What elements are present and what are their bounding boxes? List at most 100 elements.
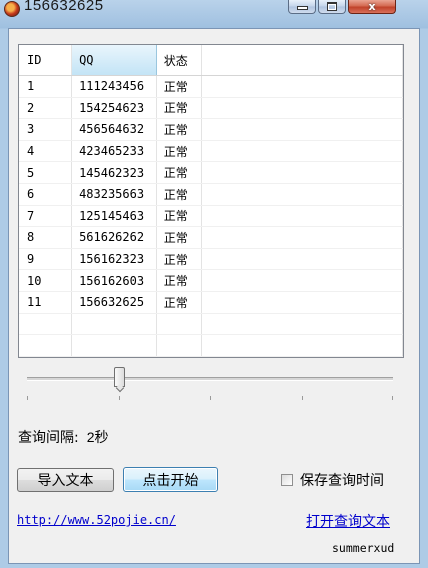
save-query-time-option[interactable]: 保存查询时间 [281, 470, 384, 490]
table-row[interactable]: 3 456564632 正常 [19, 118, 403, 141]
cell-qq: 156162603 [71, 269, 157, 292]
cell-id: 9 [19, 248, 73, 271]
maximize-button[interactable] [318, 0, 346, 14]
cell-id: 11 [19, 291, 73, 314]
column-header-id[interactable]: ID [19, 45, 73, 76]
empty-cell [19, 334, 73, 357]
save-query-time-label: 保存查询时间 [300, 473, 384, 489]
maximize-icon [327, 2, 337, 11]
column-header-qq[interactable]: QQ [71, 45, 157, 76]
cell-status: 正常 [156, 140, 203, 163]
empty-row [19, 334, 403, 357]
empty-cell [201, 334, 403, 357]
empty-row [19, 356, 403, 357]
table-row[interactable]: 2 154254623 正常 [19, 97, 403, 120]
slider-thumb[interactable] [114, 367, 125, 387]
cell-id: 3 [19, 118, 73, 141]
cell-filler [201, 291, 403, 314]
client-area: ID QQ 状态 1 111243456 正常 2 154254623 正常 3 456564… [8, 28, 420, 564]
save-query-time-checkbox[interactable] [281, 474, 293, 486]
close-button[interactable]: x [348, 0, 396, 14]
cell-filler [201, 269, 403, 292]
empty-cell [71, 334, 157, 357]
slider-track[interactable] [27, 377, 393, 381]
cell-status: 正常 [156, 183, 203, 206]
cell-status: 正常 [156, 161, 203, 184]
cell-filler [201, 97, 403, 120]
author-label: summerxud [332, 541, 395, 555]
table-row[interactable]: 1 111243456 正常 [19, 75, 403, 98]
import-text-button[interactable]: 导入文本 [17, 468, 114, 492]
table-row[interactable]: 6 483235663 正常 [19, 183, 403, 206]
minimize-button[interactable] [288, 0, 316, 14]
empty-cell [19, 356, 73, 357]
table-row[interactable]: 11 156632625 正常 [19, 291, 403, 314]
table-row[interactable]: 4 423465233 正常 [19, 140, 403, 163]
cell-qq: 145462323 [71, 161, 157, 184]
empty-cell [71, 313, 157, 336]
cell-status: 正常 [156, 118, 203, 141]
main-window: 156632625 x ID QQ 状态 1 111243456 正常 2 154254… [0, 0, 428, 568]
cell-status: 正常 [156, 248, 203, 271]
cell-filler [201, 140, 403, 163]
cell-id: 1 [19, 75, 73, 98]
cell-id: 6 [19, 183, 73, 206]
cell-status: 正常 [156, 269, 203, 292]
close-icon: x [368, 0, 376, 13]
table-row[interactable]: 5 145462323 正常 [19, 161, 403, 184]
cell-status: 正常 [156, 205, 203, 228]
cell-id: 8 [19, 226, 73, 249]
cell-qq: 154254623 [71, 97, 157, 120]
table-row[interactable]: 8 561626262 正常 [19, 226, 403, 249]
qq-table: ID QQ 状态 1 111243456 正常 2 154254623 正常 3 456564… [19, 45, 403, 357]
column-header-filler [201, 45, 403, 76]
cell-status: 正常 [156, 226, 203, 249]
table-row[interactable]: 9 156162323 正常 [19, 248, 403, 271]
cell-filler [201, 183, 403, 206]
cell-status: 正常 [156, 97, 203, 120]
cell-status: 正常 [156, 75, 203, 98]
empty-cell [201, 313, 403, 336]
empty-row [19, 313, 403, 336]
empty-cell [19, 313, 73, 336]
slider-tick [302, 396, 303, 400]
empty-cell [156, 334, 203, 357]
cell-id: 10 [19, 269, 73, 292]
cell-filler [201, 161, 403, 184]
empty-cell [156, 356, 203, 357]
cell-filler [201, 75, 403, 98]
cell-qq: 156632625 [71, 291, 157, 314]
app-icon [4, 1, 20, 17]
column-header-status[interactable]: 状态 [156, 45, 203, 76]
cell-filler [201, 205, 403, 228]
empty-cell [201, 356, 403, 357]
cell-qq: 111243456 [71, 75, 157, 98]
empty-cell [71, 356, 157, 357]
slider-tick [210, 396, 211, 400]
table-row[interactable]: 10 156162603 正常 [19, 269, 403, 292]
cell-id: 4 [19, 140, 73, 163]
title-bar[interactable]: 156632625 x [0, 0, 428, 24]
slider-tick [27, 396, 28, 400]
cell-qq: 125145463 [71, 205, 157, 228]
interval-slider[interactable] [25, 367, 395, 409]
table-row[interactable]: 7 125145463 正常 [19, 205, 403, 228]
cell-id: 5 [19, 161, 73, 184]
start-button[interactable]: 点击开始 [123, 467, 218, 492]
cell-qq: 456564632 [71, 118, 157, 141]
interval-label: 查询间隔: [18, 430, 79, 446]
cell-filler [201, 226, 403, 249]
empty-cell [156, 313, 203, 336]
qq-list-view[interactable]: ID QQ 状态 1 111243456 正常 2 154254623 正常 3 456564… [18, 44, 404, 358]
slider-tick [392, 396, 393, 400]
cell-id: 2 [19, 97, 73, 120]
cell-qq: 423465233 [71, 140, 157, 163]
interval-display: 查询间隔: 2秒 [18, 427, 109, 447]
open-query-text-link[interactable]: 打开查询文本 [306, 511, 390, 531]
cell-filler [201, 118, 403, 141]
window-title: 156632625 [24, 0, 104, 14]
minimize-icon [296, 6, 308, 10]
cell-qq: 156162323 [71, 248, 157, 271]
site-link[interactable]: http://www.52pojie.cn/ [17, 513, 176, 527]
cell-id: 7 [19, 205, 73, 228]
